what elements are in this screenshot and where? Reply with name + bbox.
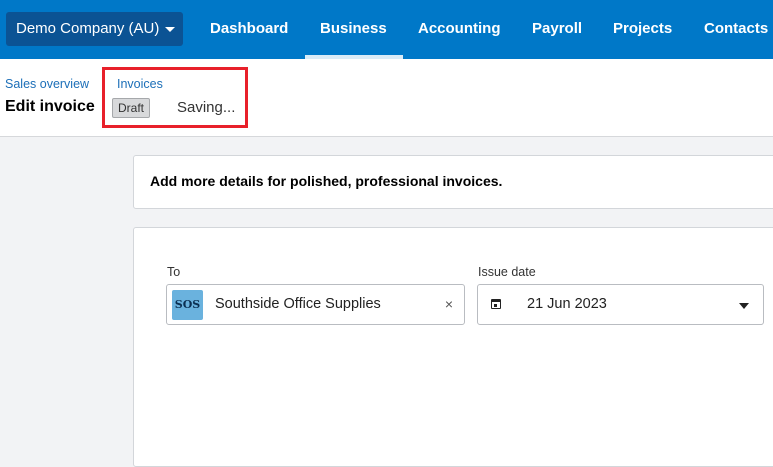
issue-date-value: 21 Jun 2023 bbox=[527, 296, 607, 312]
close-icon[interactable]: × bbox=[445, 296, 453, 312]
nav-projects[interactable]: Projects bbox=[613, 0, 672, 59]
issue-date-picker[interactable]: 21 Jun 2023 bbox=[477, 284, 764, 325]
nav-accounting[interactable]: Accounting bbox=[418, 0, 501, 59]
invoice-form-card bbox=[133, 227, 773, 467]
issue-date-label: Issue date bbox=[478, 265, 536, 279]
top-nav: Demo Company (AU) Dashboard Business Acc… bbox=[0, 0, 773, 59]
org-switcher-button[interactable]: Demo Company (AU) bbox=[6, 12, 183, 46]
avatar: SOS bbox=[172, 290, 203, 320]
to-contact-value: Southside Office Supplies bbox=[215, 296, 381, 312]
calendar-icon bbox=[491, 299, 501, 309]
nav-payroll[interactable]: Payroll bbox=[532, 0, 582, 59]
nav-business[interactable]: Business bbox=[320, 0, 387, 59]
nav-dashboard[interactable]: Dashboard bbox=[210, 0, 288, 59]
org-switcher-label: Demo Company (AU) bbox=[16, 20, 160, 37]
to-contact-field[interactable]: SOS Southside Office Supplies × bbox=[166, 284, 465, 325]
info-banner: Add more details for polished, professio… bbox=[133, 155, 773, 209]
chevron-down-icon bbox=[165, 27, 175, 32]
chevron-down-icon bbox=[739, 303, 749, 309]
breadcrumb-sales-overview[interactable]: Sales overview bbox=[5, 77, 89, 91]
to-label: To bbox=[167, 265, 181, 279]
page-title: Edit invoice bbox=[5, 98, 95, 115]
banner-text: Add more details for polished, professio… bbox=[150, 173, 503, 189]
nav-contacts[interactable]: Contacts bbox=[704, 0, 768, 59]
highlight-box bbox=[102, 67, 248, 128]
